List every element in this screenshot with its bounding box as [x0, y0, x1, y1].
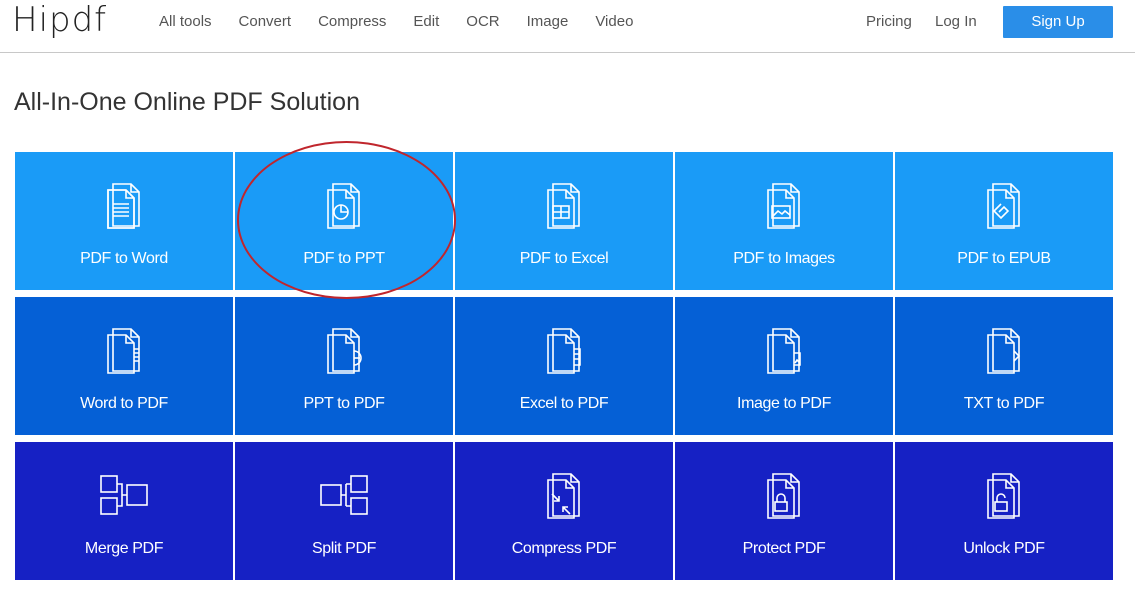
tool-label: PDF to Excel: [519, 250, 609, 267]
header: Hipdf All tools Convert Compress Edit OC…: [0, 0, 1135, 53]
tools-row-convert-from-pdf: PDF to Word PDF to PPT PDF to Excel PDF …: [15, 152, 1113, 290]
split-pdf-icon: [319, 470, 369, 522]
page-title: All-In-One Online PDF Solution: [14, 88, 360, 116]
nav-image[interactable]: Image: [527, 12, 569, 32]
excel-to-pdf-icon: [539, 325, 589, 377]
nav-video[interactable]: Video: [595, 12, 633, 32]
tool-label: TXT to PDF: [963, 395, 1045, 412]
tool-unlock-pdf[interactable]: Unlock PDF: [895, 442, 1113, 580]
tool-image-to-pdf[interactable]: Image to PDF: [675, 297, 893, 435]
pricing-link[interactable]: Pricing: [866, 12, 912, 32]
tool-label: PDF to PPT: [303, 250, 385, 267]
tool-label: Protect PDF: [742, 540, 826, 557]
txt-to-pdf-icon: [979, 325, 1029, 377]
tool-label: Merge PDF: [84, 540, 164, 557]
tool-pdf-to-images[interactable]: PDF to Images: [675, 152, 893, 290]
tool-label: PDF to Word: [80, 250, 168, 267]
ppt-to-pdf-icon: [319, 325, 369, 377]
tool-pdf-to-word[interactable]: PDF to Word: [15, 152, 233, 290]
tool-compress-pdf[interactable]: Compress PDF: [455, 442, 673, 580]
tool-label: Image to PDF: [737, 395, 831, 412]
tool-excel-to-pdf[interactable]: Excel to PDF: [455, 297, 673, 435]
main-nav: All tools Convert Compress Edit OCR Imag…: [159, 12, 660, 32]
pdf-to-ppt-icon: [319, 180, 369, 232]
word-to-pdf-icon: [99, 325, 149, 377]
tool-label: PDF to Images: [733, 250, 835, 267]
tool-pdf-to-epub[interactable]: PDF to EPUB: [895, 152, 1113, 290]
tool-label: Word to PDF: [80, 395, 168, 412]
nav-convert[interactable]: Convert: [239, 12, 292, 32]
tool-label: PPT to PDF: [303, 395, 385, 412]
tool-split-pdf[interactable]: Split PDF: [235, 442, 453, 580]
unlock-pdf-icon: [979, 470, 1029, 522]
tool-pdf-to-ppt[interactable]: PDF to PPT: [235, 152, 453, 290]
login-link[interactable]: Log In: [935, 12, 977, 32]
nav-compress[interactable]: Compress: [318, 12, 386, 32]
nav-edit[interactable]: Edit: [413, 12, 439, 32]
pdf-to-excel-icon: [539, 180, 589, 232]
tools-row-convert-to-pdf: Word to PDF PPT to PDF Excel to PDF Imag…: [15, 297, 1113, 435]
pdf-to-epub-icon: [979, 180, 1029, 232]
tool-protect-pdf[interactable]: Protect PDF: [675, 442, 893, 580]
tools-grid: PDF to Word PDF to PPT PDF to Excel PDF …: [15, 152, 1113, 587]
tool-ppt-to-pdf[interactable]: PPT to PDF: [235, 297, 453, 435]
tool-pdf-to-excel[interactable]: PDF to Excel: [455, 152, 673, 290]
tool-merge-pdf[interactable]: Merge PDF: [15, 442, 233, 580]
tools-row-organize: Merge PDF Split PDF Compress PDF Protect…: [15, 442, 1113, 580]
merge-pdf-icon: [99, 470, 149, 522]
nav-all-tools[interactable]: All tools: [159, 12, 212, 32]
pdf-to-word-icon: [99, 180, 149, 232]
tool-label: Split PDF: [312, 540, 376, 557]
tool-txt-to-pdf[interactable]: TXT to PDF: [895, 297, 1113, 435]
tool-label: Excel to PDF: [519, 395, 609, 412]
tool-label: Compress PDF: [511, 540, 617, 557]
tool-word-to-pdf[interactable]: Word to PDF: [15, 297, 233, 435]
hipdf-logo[interactable]: Hipdf: [12, 0, 107, 40]
signup-button[interactable]: Sign Up: [1003, 6, 1113, 38]
nav-ocr[interactable]: OCR: [466, 12, 499, 32]
protect-pdf-icon: [759, 470, 809, 522]
image-to-pdf-icon: [759, 325, 809, 377]
pdf-to-images-icon: [759, 180, 809, 232]
compress-pdf-icon: [539, 470, 589, 522]
tool-label: Unlock PDF: [963, 540, 1045, 557]
tool-label: PDF to EPUB: [957, 250, 1051, 267]
